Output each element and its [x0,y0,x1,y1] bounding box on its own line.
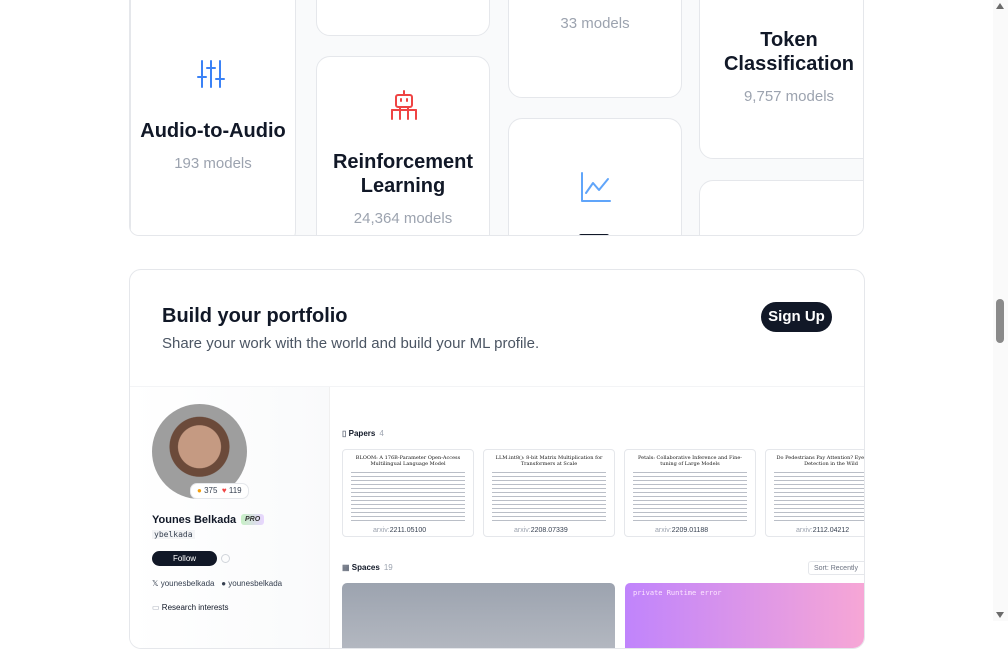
profile-sidebar: ● 375 ♥ 119 Younes Belkada PRO ybelkada … [130,387,330,648]
paper-title: LLM.int8(): 8-bit Matrix Multiplication … [495,455,603,467]
research-label: Research interests [161,603,229,612]
tasks-grid: Audio-to-Audio 193 models Reinforcement … [129,0,864,236]
task-name: Audio-to-Audio [140,120,286,142]
task-model-count: 9,757 models [743,88,835,105]
x-icon: 𝕏 [152,579,159,588]
arxiv-id: 2112.04212 [812,527,850,534]
github-icon: ● [221,579,227,588]
task-name-cropped [579,234,609,235]
scroll-up-arrow-icon[interactable] [996,3,1004,9]
task-card-audio-to-audio[interactable]: Audio-to-Audio 193 models [130,0,296,235]
task-card-token-classification[interactable]: Token Classification 9,757 models [699,0,863,159]
robot-icon [391,90,417,120]
task-name-line1: Token [760,29,818,51]
social-links: 𝕏 younesbelkada ● younesbelkada [152,579,282,588]
heart-icon: ♥ [221,486,227,495]
papers-count: 4 [379,429,384,438]
research-icon: ▭ [152,603,160,612]
sliders-icon [197,60,225,88]
pro-badge: PRO [241,514,265,525]
profile-stats: ● 375 ♥ 119 [190,483,249,499]
task-name-line2: Classification [723,53,855,75]
page-scrollbar[interactable] [993,0,1008,621]
task-model-count: 33 models [560,15,630,32]
arxiv-prefix: arxiv: [373,527,390,534]
info-icon [221,554,230,563]
research-interests: ▭ Research interests [152,603,229,612]
task-card-reinforcement-learning[interactable]: Reinforcement Learning 24,364 models [316,56,490,235]
task-name-line2: Learning [360,175,446,197]
task-model-count: 193 models [174,155,252,172]
arxiv-id: 2209.01188 [671,527,709,534]
document-icon: ▯ [342,429,347,438]
paper-text [774,472,864,524]
paper-title: BLOOM: A 176B-Parameter Open-Access Mult… [355,455,461,467]
line-chart-icon [581,172,611,202]
papers-label: Papers [348,429,376,438]
arxiv-prefix: arxiv: [796,527,813,534]
task-card-partial-top[interactable] [316,0,490,36]
profile-preview: ● 375 ♥ 119 Younes Belkada PRO ybelkada … [130,386,865,648]
task-name-line1: Reinforcement [332,151,474,173]
paper-arxiv: arxiv:2209.01188 [653,527,711,534]
paper-title: Petals: Collaborative Inference and Fine… [638,455,742,467]
spaces-count: 19 [383,563,393,572]
sort-dropdown[interactable]: Sort: Recently [808,561,864,575]
task-card-partial-middle[interactable]: 33 models [508,0,682,98]
paper-arxiv: arxiv:2112.04212 [794,527,852,534]
likes-count: 375 [204,486,218,495]
hearts-count: 119 [228,486,242,495]
paper-arxiv: arxiv:2211.05100 [371,527,429,534]
arxiv-prefix: arxiv: [514,527,531,534]
paper-arxiv: arxiv:2208.07339 [512,527,570,534]
paper-title: Do Pedestrians Pay Attention? Eye Contac… [776,455,865,467]
arxiv-id: 2208.07339 [530,527,568,534]
spaces-label: Spaces [351,563,380,572]
portfolio-subtitle: Share your work with the world and build… [162,335,540,352]
space-card[interactable]: private Runtime error [625,583,864,648]
space-status: private Runtime error [633,589,722,597]
paper-text [351,472,465,524]
github-link[interactable]: younesbelkada [228,579,282,588]
paper-card[interactable]: LLM.int8(): 8-bit Matrix Multiplication … [483,449,615,537]
scroll-down-arrow-icon[interactable] [996,612,1004,618]
task-card-partial-chart[interactable] [508,118,682,235]
paper-text [633,472,747,524]
paper-text [492,472,606,524]
spaces-icon: ▦ [342,563,350,572]
paper-card[interactable]: BLOOM: A 176B-Parameter Open-Access Mult… [342,449,474,537]
twitter-link[interactable]: younesbelkada [161,579,215,588]
paper-card[interactable]: Do Pedestrians Pay Attention? Eye Contac… [765,449,865,537]
follow-button[interactable]: Follow [152,551,217,566]
task-card-partial-bottom[interactable] [699,180,863,235]
profile-name: Younes Belkada [152,514,237,526]
profile-handle: ybelkada [152,530,195,539]
portfolio-title: Build your portfolio [162,305,348,327]
sign-up-button[interactable]: Sign Up [761,302,832,332]
like-icon: ● [197,486,202,495]
papers-header: ▯ Papers 4 [342,429,384,438]
paper-card[interactable]: Petals: Collaborative Inference and Fine… [624,449,756,537]
arxiv-prefix: arxiv: [655,527,672,534]
task-model-count: 24,364 models [353,210,453,227]
spaces-header: ▦ Spaces 19 [342,563,393,572]
portfolio-section: Build your portfolio Share your work wit… [129,269,865,649]
scrollbar-thumb[interactable] [996,299,1004,343]
space-card[interactable] [342,583,615,648]
arxiv-id: 2211.05100 [389,527,427,534]
